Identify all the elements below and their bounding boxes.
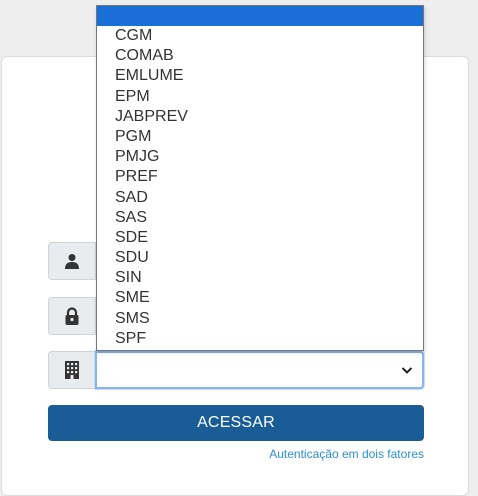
password-addon — [48, 297, 96, 335]
dropdown-option[interactable]: SMS — [97, 309, 423, 329]
submit-button[interactable]: ACESSAR — [48, 405, 424, 441]
dropdown-option[interactable]: SDE — [97, 228, 423, 248]
dropdown-option[interactable]: JABPREV — [97, 107, 423, 127]
two-factor-link[interactable]: Autenticação em dois fatores — [269, 447, 424, 461]
dropdown-option[interactable]: CGM — [97, 26, 423, 46]
chevron-down-icon — [401, 367, 413, 374]
organization-addon — [48, 351, 96, 389]
dropdown-option[interactable]: EPM — [97, 87, 423, 107]
dropdown-option[interactable]: SPF — [97, 329, 423, 349]
dropdown-option[interactable]: EMLUME — [97, 66, 423, 86]
username-addon — [48, 242, 96, 280]
dropdown-option[interactable] — [97, 6, 423, 26]
dropdown-option[interactable]: SDU — [97, 248, 423, 268]
dropdown-option[interactable]: SAD — [97, 188, 423, 208]
user-icon — [65, 254, 79, 269]
dropdown-option[interactable]: COMAB — [97, 46, 423, 66]
dropdown-option[interactable]: SAS — [97, 208, 423, 228]
organization-dropdown-list[interactable]: CGM COMAB EMLUME EPM JABPREV PGM PMJG PREF SAD SA… — [96, 5, 424, 351]
dropdown-option[interactable]: PMJG — [97, 147, 423, 167]
dropdown-option[interactable]: PGM — [97, 127, 423, 147]
dropdown-option[interactable]: PREF — [97, 167, 423, 187]
building-icon — [65, 361, 79, 379]
lock-icon — [65, 307, 79, 325]
dropdown-option[interactable]: SIN — [97, 268, 423, 288]
dropdown-option[interactable]: SME — [97, 288, 423, 308]
organization-select[interactable] — [95, 351, 424, 389]
